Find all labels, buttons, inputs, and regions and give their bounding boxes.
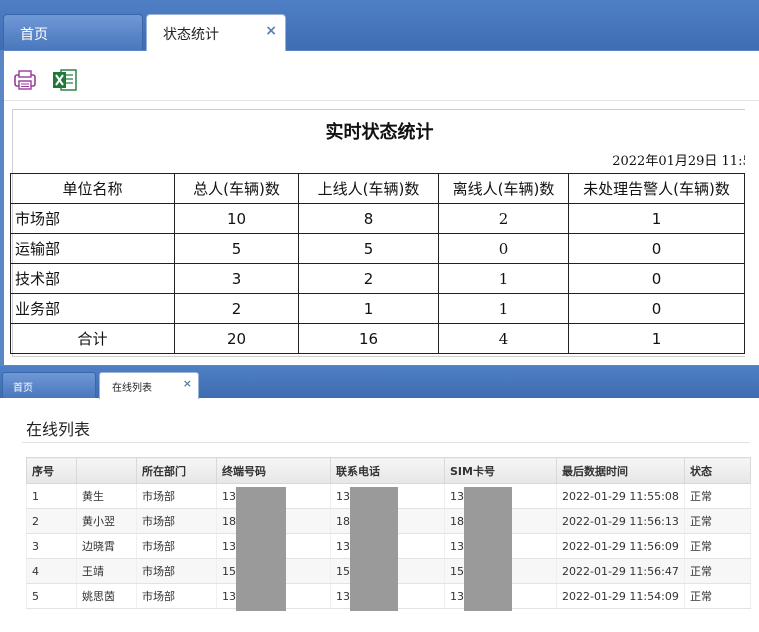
close-icon[interactable]: ×: [265, 23, 277, 39]
unit-name: 运输部: [10, 233, 175, 264]
report-title: 实时状态统计: [325, 122, 434, 143]
status: 正常: [684, 508, 751, 534]
total-count: 20: [174, 323, 299, 354]
column-header: 上线人(车辆)数: [298, 173, 439, 204]
column-header[interactable]: 终端号码: [216, 457, 331, 484]
total-count: 2: [174, 293, 299, 324]
toolbar: [4, 57, 759, 101]
person-name: 姚思茵: [76, 583, 137, 609]
person-name: 黄小翌: [76, 508, 137, 534]
unit-name: 业务部: [10, 293, 175, 324]
last-data-time: 2022-01-29 11:56:09: [556, 533, 685, 559]
offline-count: 2: [438, 203, 569, 234]
tab-home[interactable]: 首页: [2, 372, 96, 398]
report-datetime: 2022年01月29日 11:52: [612, 154, 745, 169]
tab-online-list[interactable]: 在线列表 ×: [99, 372, 199, 399]
tab-bar: 首页 状态统计 ×: [0, 0, 759, 51]
alarm-count: 1: [568, 323, 745, 354]
column-header[interactable]: 状态: [684, 457, 751, 484]
online-count: 5: [298, 233, 439, 264]
list-title: 在线列表: [26, 420, 91, 439]
department: 市场部: [136, 558, 217, 584]
tab-home-label: 首页: [20, 27, 48, 43]
offline-count: 1: [438, 263, 569, 294]
tab-status-stats-label: 状态统计: [163, 27, 219, 43]
status: 正常: [684, 558, 751, 584]
online-count: 16: [298, 323, 439, 354]
print-icon[interactable]: [13, 69, 37, 91]
tab-status-stats[interactable]: 状态统计 ×: [146, 14, 286, 51]
column-header: 总人(车辆)数: [174, 173, 299, 204]
table-row: 业务部 2 1 1 0: [10, 293, 745, 324]
column-header[interactable]: 所在部门: [136, 457, 217, 484]
last-data-time: 2022-01-29 11:55:08: [556, 483, 685, 509]
row-index: 4: [26, 558, 77, 584]
tab-home-label: 首页: [13, 383, 33, 394]
divider: [22, 442, 750, 443]
row-index: 2: [26, 508, 77, 534]
online-count: 1: [298, 293, 439, 324]
status-stats-table: 单位名称 总人(车辆)数 上线人(车辆)数 离线人(车辆)数 未处理告警人(车辆…: [10, 173, 745, 354]
last-data-time: 2022-01-29 11:54:09: [556, 583, 685, 609]
total-count: 10: [174, 203, 299, 234]
status-stats-window: 首页 状态统计 × 实时状态统计 2022年01月29日 11:52 单位名称 …: [0, 0, 759, 366]
offline-count: 1: [438, 293, 569, 324]
row-index: 5: [26, 583, 77, 609]
total-label: 合计: [10, 323, 175, 354]
column-header[interactable]: 最后数据时间: [556, 457, 685, 484]
department: 市场部: [136, 583, 217, 609]
column-header: 单位名称: [10, 173, 175, 204]
column-header: 离线人(车辆)数: [438, 173, 569, 204]
close-icon[interactable]: ×: [183, 377, 192, 390]
redaction-mask: [236, 487, 286, 611]
offline-count: 4: [438, 323, 569, 354]
table-header-row: 序号 所在部门 终端号码 联系电话 SIM卡号 最后数据时间 状态: [26, 457, 751, 484]
alarm-count: 0: [568, 293, 745, 324]
tab-home[interactable]: 首页: [3, 14, 143, 50]
last-data-time: 2022-01-29 11:56:47: [556, 558, 685, 584]
row-index: 1: [26, 483, 77, 509]
unit-name: 市场部: [10, 203, 175, 234]
column-header: 未处理告警人(车辆)数: [568, 173, 745, 204]
alarm-count: 0: [568, 263, 745, 294]
offline-count: 0: [438, 233, 569, 264]
column-header[interactable]: SIM卡号: [444, 457, 557, 484]
excel-icon[interactable]: [52, 67, 78, 93]
department: 市场部: [136, 483, 217, 509]
unit-name: 技术部: [10, 263, 175, 294]
total-count: 3: [174, 263, 299, 294]
online-list-window: 首页 在线列表 × 在线列表 序号 所在部门 终端号码 联系电话 SIM卡号 最…: [0, 366, 759, 632]
status: 正常: [684, 483, 751, 509]
alarm-count: 1: [568, 203, 745, 234]
status: 正常: [684, 533, 751, 559]
tab-online-list-label: 在线列表: [112, 383, 152, 394]
redaction-mask: [350, 487, 398, 611]
column-header[interactable]: [76, 457, 137, 484]
department: 市场部: [136, 533, 217, 559]
column-header[interactable]: 序号: [26, 457, 77, 484]
person-name: 王靖: [76, 558, 137, 584]
last-data-time: 2022-01-29 11:56:13: [556, 508, 685, 534]
status: 正常: [684, 583, 751, 609]
tab-bar: 首页 在线列表 ×: [0, 366, 759, 399]
total-count: 5: [174, 233, 299, 264]
row-index: 3: [26, 533, 77, 559]
table-total-row: 合计 20 16 4 1: [10, 323, 745, 354]
person-name: 边晓霄: [76, 533, 137, 559]
table-header-row: 单位名称 总人(车辆)数 上线人(车辆)数 离线人(车辆)数 未处理告警人(车辆…: [10, 173, 745, 204]
redaction-mask: [464, 487, 512, 611]
department: 市场部: [136, 508, 217, 534]
online-count: 8: [298, 203, 439, 234]
online-count: 2: [298, 263, 439, 294]
alarm-count: 0: [568, 233, 745, 264]
column-header[interactable]: 联系电话: [330, 457, 445, 484]
table-row: 运输部 5 5 0 0: [10, 233, 745, 264]
status-stats-content: 实时状态统计 2022年01月29日 11:52 单位名称 总人(车辆)数 上线…: [4, 51, 759, 365]
table-row: 市场部 10 8 2 1: [10, 203, 745, 234]
person-name: 黄生: [76, 483, 137, 509]
table-row: 技术部 3 2 1 0: [10, 263, 745, 294]
